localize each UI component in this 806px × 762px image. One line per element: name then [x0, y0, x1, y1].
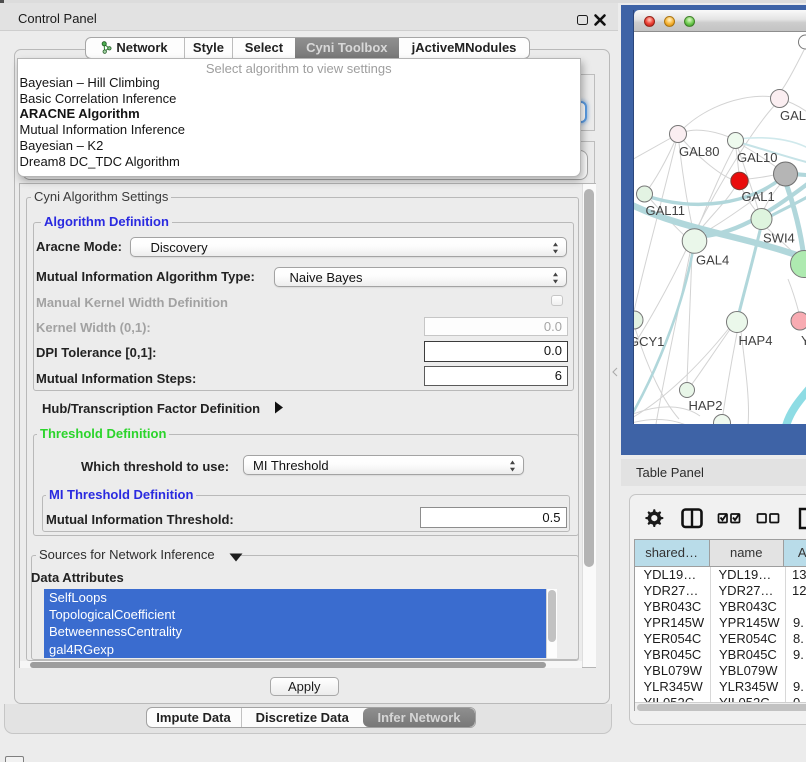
- svg-text:Y: Y: [801, 333, 806, 348]
- svg-text:GAL10: GAL10: [737, 150, 777, 165]
- svg-text:GAL1: GAL1: [741, 189, 774, 204]
- svg-text:GAL4: GAL4: [696, 253, 729, 268]
- svg-text:HAP4: HAP4: [738, 333, 772, 348]
- svg-text:SWI4: SWI4: [763, 231, 795, 246]
- svg-text:HAP2: HAP2: [688, 398, 722, 413]
- svg-text:GAL80: GAL80: [679, 144, 719, 159]
- svg-text:GCY1: GCY1: [634, 334, 664, 349]
- svg-text:GAL: GAL: [780, 108, 806, 123]
- svg-text:GAL11: GAL11: [645, 203, 685, 218]
